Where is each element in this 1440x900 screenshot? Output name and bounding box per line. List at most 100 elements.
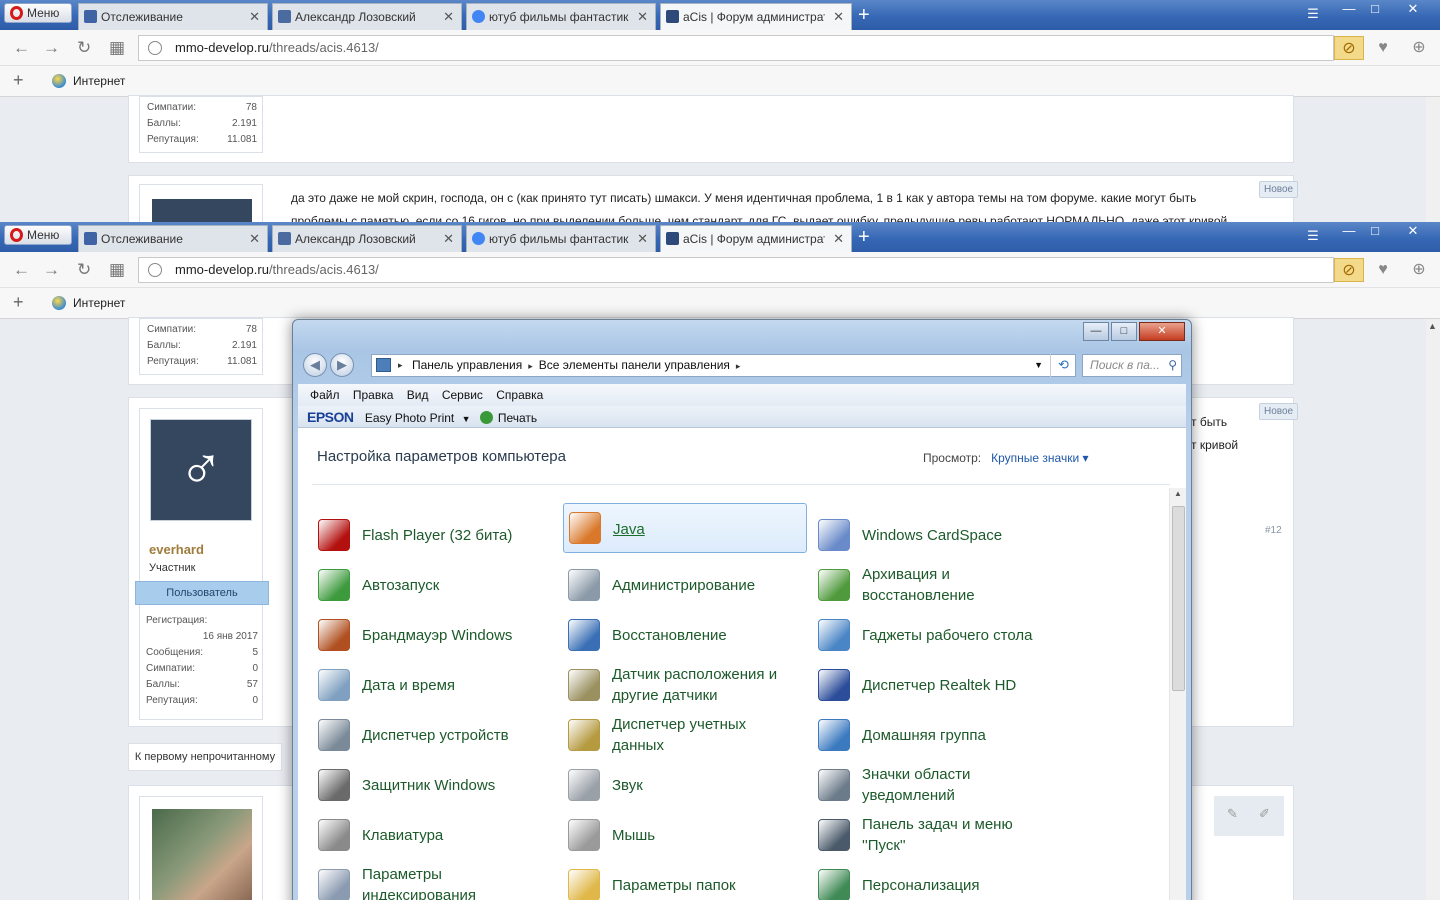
- close-tab-icon[interactable]: ✕: [443, 4, 454, 30]
- cp-item[interactable]: Диспетчер Realtek HD: [818, 660, 1058, 708]
- back-icon[interactable]: ◀: [303, 353, 327, 377]
- tab-menu-icon[interactable]: ☰: [1300, 5, 1326, 25]
- cp-item[interactable]: Диспетчер учетных данных: [568, 710, 808, 758]
- tab-acis-forum[interactable]: aCis | Форум администрат ✕: [660, 3, 852, 30]
- add-bookmark-icon[interactable]: +: [13, 292, 24, 313]
- maximize-button[interactable]: □: [1362, 222, 1388, 242]
- maximize-button[interactable]: □: [1111, 322, 1137, 341]
- minimize-button[interactable]: —: [1336, 0, 1362, 20]
- close-tab-icon[interactable]: ✕: [833, 226, 844, 252]
- speed-dial-icon[interactable]: ▦: [109, 38, 125, 58]
- scroll-up-icon[interactable]: ▲: [1428, 321, 1437, 331]
- opera-menu-button[interactable]: Меню: [4, 225, 72, 245]
- forward-icon[interactable]: ▶: [330, 353, 354, 377]
- new-tab-button[interactable]: +: [858, 4, 870, 26]
- tab-lozovsky[interactable]: Александр Лозовский ✕: [272, 3, 462, 30]
- menu-tools[interactable]: Сервис: [442, 388, 483, 402]
- bookmark-heart-icon[interactable]: ♥: [1368, 258, 1398, 282]
- close-tab-icon[interactable]: ✕: [249, 4, 260, 30]
- cp-item[interactable]: Значки области уведомлений: [818, 760, 1058, 808]
- easy-photo-print-button[interactable]: Easy Photo Print ▼: [365, 411, 477, 425]
- chevron-down-icon[interactable]: ▼: [1034, 355, 1043, 376]
- download-icon[interactable]: ⊕: [1404, 36, 1434, 60]
- breadcrumb-control-panel[interactable]: Панель управления: [412, 358, 522, 372]
- tab-menu-icon[interactable]: ☰: [1300, 227, 1326, 247]
- cp-item[interactable]: Java: [563, 503, 807, 553]
- menu-help[interactable]: Справка: [496, 388, 543, 402]
- cp-item[interactable]: Защитник Windows: [318, 760, 558, 808]
- tab-acis-forum[interactable]: aCis | Форум администрат ✕: [660, 225, 852, 252]
- new-tab-button[interactable]: +: [858, 226, 870, 248]
- close-tab-icon[interactable]: ✕: [443, 226, 454, 252]
- close-window-button[interactable]: ✕: [1400, 222, 1426, 242]
- cp-item[interactable]: Архивация и восстановление: [818, 560, 1058, 608]
- adblock-icon[interactable]: ⊘: [1334, 258, 1364, 282]
- close-tab-icon[interactable]: ✕: [637, 4, 648, 30]
- menu-view[interactable]: Вид: [407, 388, 429, 402]
- cp-item[interactable]: Панель задач и меню ''Пуск'': [818, 810, 1058, 858]
- menu-file[interactable]: Файл: [310, 388, 340, 402]
- cp-item[interactable]: Мышь: [568, 810, 808, 858]
- cp-item[interactable]: Параметры индексирования: [318, 860, 558, 900]
- cp-item[interactable]: Брандмауэр Windows: [318, 610, 558, 658]
- breadcrumb-all-items[interactable]: Все элементы панели управления: [539, 358, 730, 372]
- minimize-button[interactable]: —: [1083, 322, 1109, 341]
- cp-item[interactable]: Параметры папок: [568, 860, 808, 900]
- tab-youtube-search[interactable]: ютуб фильмы фантастика ✕: [466, 3, 656, 30]
- back-icon[interactable]: ←: [13, 38, 30, 58]
- close-tab-icon[interactable]: ✕: [637, 226, 648, 252]
- cp-item[interactable]: Windows CardSpace: [818, 510, 1058, 558]
- tab-tracking[interactable]: Отслеживание ✕: [78, 3, 268, 30]
- cp-item[interactable]: Flash Player (32 бита): [318, 510, 558, 558]
- cp-item[interactable]: Восстановление: [568, 610, 808, 658]
- scroll-up-icon[interactable]: ▲: [1174, 489, 1182, 498]
- cp-item[interactable]: Персонализация: [818, 860, 1058, 900]
- scrollbar-thumb[interactable]: [1172, 506, 1185, 691]
- forward-icon[interactable]: →: [43, 260, 60, 280]
- site-info-icon[interactable]: [148, 41, 162, 55]
- add-bookmark-icon[interactable]: +: [13, 70, 24, 91]
- cp-item[interactable]: Дата и время: [318, 660, 558, 708]
- reload-icon[interactable]: ↻: [77, 38, 91, 58]
- maximize-button[interactable]: □: [1362, 0, 1388, 20]
- close-window-button[interactable]: ✕: [1400, 0, 1426, 20]
- address-input[interactable]: mmo-develop.ru/threads/acis.4613/: [138, 257, 1334, 283]
- cp-item[interactable]: Клавиатура: [318, 810, 558, 858]
- edit-icon[interactable]: ✐: [1259, 806, 1270, 822]
- cp-item[interactable]: Автозапуск: [318, 560, 558, 608]
- post-number[interactable]: #12: [1265, 525, 1282, 536]
- cp-item[interactable]: Диспетчер устройств: [318, 710, 558, 758]
- cp-item[interactable]: Датчик расположения и другие датчики: [568, 660, 808, 708]
- first-unread-button[interactable]: К первому непрочитанному: [128, 743, 282, 771]
- tab-youtube-search[interactable]: ютуб фильмы фантастика ✕: [466, 225, 656, 252]
- back-icon[interactable]: ←: [13, 260, 30, 280]
- adblock-icon[interactable]: ⊘: [1334, 36, 1364, 60]
- speed-dial-icon[interactable]: ▦: [109, 260, 125, 280]
- cp-item[interactable]: Администрирование: [568, 560, 808, 608]
- minimize-button[interactable]: —: [1336, 222, 1362, 242]
- search-input[interactable]: Поиск в па... ⚲: [1082, 354, 1182, 377]
- page-scrollbar[interactable]: ▲: [1426, 319, 1440, 900]
- download-icon[interactable]: ⊕: [1404, 258, 1434, 282]
- page-scrollbar[interactable]: [1426, 97, 1440, 224]
- cp-item[interactable]: Звук: [568, 760, 808, 808]
- scrollbar[interactable]: ▲: [1169, 488, 1186, 900]
- forward-icon[interactable]: →: [43, 38, 60, 58]
- refresh-icon[interactable]: ⟲: [1050, 354, 1076, 377]
- print-button[interactable]: Печать: [479, 411, 537, 425]
- cp-item[interactable]: Гаджеты рабочего стола: [818, 610, 1058, 658]
- reload-icon[interactable]: ↻: [77, 260, 91, 280]
- site-info-icon[interactable]: [148, 263, 162, 277]
- opera-menu-button[interactable]: Меню: [4, 3, 72, 23]
- menu-edit[interactable]: Правка: [353, 388, 394, 402]
- tab-tracking[interactable]: Отслеживание ✕: [78, 225, 268, 252]
- bookmark-internet[interactable]: Интернет: [73, 296, 125, 310]
- bookmark-internet[interactable]: Интернет: [73, 74, 125, 88]
- close-button[interactable]: ✕: [1139, 322, 1185, 341]
- tab-lozovsky[interactable]: Александр Лозовский ✕: [272, 225, 462, 252]
- bookmark-heart-icon[interactable]: ♥: [1368, 36, 1398, 60]
- address-input[interactable]: mmo-develop.ru/threads/acis.4613/: [138, 35, 1334, 61]
- breadcrumb[interactable]: ▸ Панель управления ▸ Все элементы панели …: [371, 354, 1076, 377]
- pencil-icon[interactable]: ✎: [1227, 806, 1238, 822]
- cp-item[interactable]: Домашняя группа: [818, 710, 1058, 758]
